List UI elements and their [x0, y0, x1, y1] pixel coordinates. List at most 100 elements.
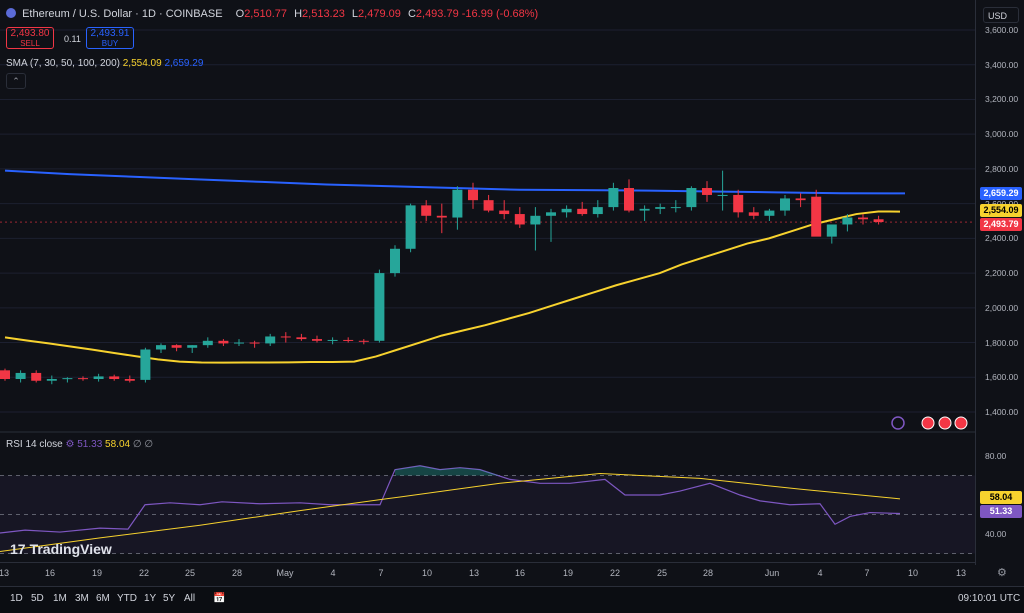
ohlc-open-label: O [235, 8, 245, 20]
candle-body [624, 188, 634, 211]
candle-body [592, 207, 603, 215]
candle-body [202, 340, 213, 346]
range-button-5y[interactable]: 5Y [163, 593, 175, 604]
flag-icon [954, 416, 968, 430]
buy-label: BUY [101, 39, 119, 48]
candle-body [93, 376, 104, 380]
time-tick: 25 [656, 568, 668, 578]
currency-selector[interactable]: USD [983, 7, 1019, 23]
sell-label: SELL [20, 39, 40, 48]
symbol-title[interactable]: Ethereum / U.S. Dollar · 1D · COINBASE [22, 8, 223, 20]
candle-body [546, 212, 556, 216]
buy-button[interactable]: 2,493.91 BUY [86, 27, 134, 49]
candle-body [561, 208, 572, 213]
candle-body [405, 205, 416, 249]
candle-body [780, 198, 790, 211]
flag-icon [921, 416, 935, 430]
tradingview-logo[interactable]: 17 TradingView [10, 541, 112, 557]
time-tick: 28 [702, 568, 714, 578]
clock[interactable]: 09:10:01 UTC [958, 593, 1020, 604]
candle-body [826, 224, 837, 237]
candle-body [608, 188, 619, 208]
candle-body [374, 273, 385, 341]
price-tick: 1,800.00 [985, 337, 1019, 348]
candle-body [655, 207, 666, 209]
rsi-label: RSI 14 close [6, 439, 63, 450]
spread-value: 0.11 [64, 34, 81, 44]
time-tick: 16 [514, 568, 526, 578]
time-tick: 10 [907, 568, 919, 578]
candle-body [795, 198, 806, 201]
buy-price: 2,493.91 [90, 28, 130, 39]
candle-body [483, 200, 494, 211]
ethereum-icon [6, 8, 16, 18]
candle-body [639, 208, 650, 211]
candle-body [249, 342, 260, 344]
candle-body [873, 219, 884, 223]
main-chart-area[interactable] [0, 0, 975, 560]
chart-canvas[interactable] [0, 0, 975, 562]
candle-body [296, 337, 307, 340]
candle-body [171, 345, 182, 348]
price-tick: 2,000.00 [985, 302, 1019, 313]
ohlc-close-value: 2,493.79 -16.99 (-0.68%) [415, 8, 539, 20]
rsi-extra-2: ∅ [144, 439, 154, 450]
time-tick: 4 [330, 568, 336, 578]
candle-body [577, 208, 588, 215]
rsi-settings-icon[interactable]: ⚙ [65, 439, 74, 450]
candle-body [78, 378, 88, 380]
candle-body [124, 379, 135, 381]
candle-body [686, 188, 697, 208]
range-button-1d[interactable]: 1D [10, 593, 23, 604]
price-scale[interactable] [975, 0, 1024, 565]
price-badge-rsi_ma: 58.04 [980, 491, 1022, 504]
rsi-legend[interactable]: RSI 14 close ⚙ 51.33 58.04 ∅ ∅ [6, 439, 153, 450]
candle-body [733, 194, 744, 213]
price-tick: 3,400.00 [985, 59, 1019, 70]
price-tick: 1,400.00 [985, 407, 1019, 417]
price-tick: 2,200.00 [985, 268, 1019, 279]
candle-body [842, 217, 853, 225]
candle-body [358, 340, 369, 342]
range-button-ytd[interactable]: YTD [117, 593, 137, 604]
time-tick: 13 [468, 568, 480, 578]
sma-yellow-line [4, 210, 901, 364]
candle-body [46, 379, 57, 381]
sell-button[interactable]: 2,493.80 SELL [6, 27, 54, 49]
time-tick: May [276, 568, 294, 578]
candle-body [390, 248, 400, 274]
sma-legend[interactable]: SMA (7, 30, 50, 100, 200) 2,554.09 2,659… [6, 58, 203, 69]
range-button-6m[interactable]: 6M [96, 593, 110, 604]
collapse-legend-button[interactable]: ⌃ [6, 73, 26, 89]
tradingview-logo-text: TradingView [29, 541, 112, 557]
candle-body [187, 345, 198, 348]
price-badge-yellow: 2,554.09 [980, 203, 1022, 217]
rsi-tick: 80.00 [985, 451, 1007, 461]
range-button-1y[interactable]: 1Y [144, 593, 156, 604]
time-tick: 25 [184, 568, 196, 578]
time-tick: 10 [421, 568, 433, 578]
candle-body [530, 215, 541, 225]
candle-body [468, 189, 478, 201]
rsi-ma-value: 58.04 [105, 439, 131, 450]
time-tick: 7 [378, 568, 384, 578]
range-button-5d[interactable]: 5D [31, 593, 44, 604]
range-button-all[interactable]: All [184, 593, 195, 604]
candle-body [514, 214, 525, 225]
range-button-3m[interactable]: 3M [75, 593, 89, 604]
candle-body [499, 210, 510, 215]
settings-gear-icon[interactable]: ⚙ [997, 566, 1007, 579]
candle-body [265, 336, 276, 344]
time-tick: 4 [817, 568, 823, 578]
flag-icon [938, 416, 952, 430]
price-tick: 2,800.00 [985, 163, 1019, 174]
candle-body [436, 215, 447, 218]
range-button-1m[interactable]: 1M [53, 593, 67, 604]
tradingview-mark-icon: 17 [10, 541, 26, 557]
time-tick: 13 [0, 568, 10, 578]
rsi-extra-1: ∅ [132, 439, 142, 450]
ohlc-low-value: 2,479.09 [358, 8, 401, 20]
candle-body [343, 339, 354, 341]
candle-body [764, 210, 775, 216]
calendar-icon[interactable]: 📅 [213, 593, 225, 604]
